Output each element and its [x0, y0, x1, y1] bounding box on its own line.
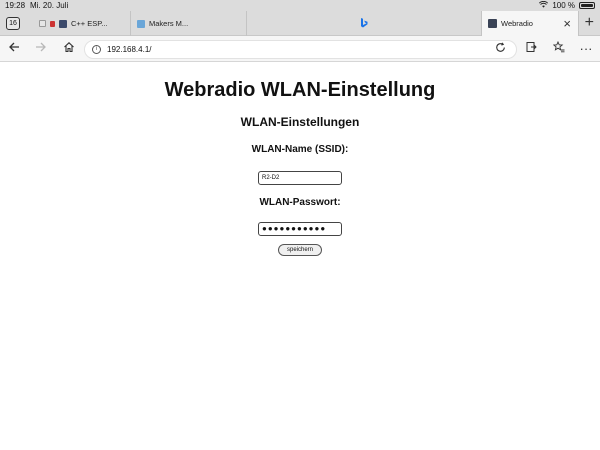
- close-tab-icon[interactable]: ×: [563, 17, 571, 30]
- page-title: Webradio WLAN-Einstellung: [164, 79, 436, 101]
- ssid-label: WLAN-Name (SSID):: [251, 144, 349, 155]
- tab-label: Makers M...: [149, 19, 189, 28]
- tab-bing[interactable]: [247, 11, 482, 36]
- tab-webradio[interactable]: Webradio ×: [482, 11, 579, 36]
- battery-percent: 100 %: [552, 1, 575, 10]
- wifi-icon: [539, 0, 549, 11]
- home-icon[interactable]: [61, 41, 77, 57]
- password-input[interactable]: ●●●●●●●●●●●: [258, 222, 342, 236]
- status-right: 100 %: [539, 0, 595, 11]
- section-heading: WLAN-Einstellungen: [240, 115, 360, 129]
- page-content: Webradio WLAN-Einstellung WLAN-Einstellu…: [0, 63, 600, 256]
- media-favicon-icon: [50, 20, 55, 27]
- status-date: Mi. 20. Juli: [30, 1, 69, 10]
- forward-icon[interactable]: [33, 41, 49, 57]
- status-time: 19:28: [5, 1, 26, 10]
- bing-icon: [360, 17, 368, 30]
- password-label: WLAN-Passwort:: [259, 197, 341, 208]
- site-info-icon[interactable]: i: [92, 45, 101, 54]
- address-bar[interactable]: i 192.168.4.1/: [84, 40, 517, 59]
- tab-strip: 16 C++ ESP... Makers M... Webradio × +: [0, 11, 600, 36]
- favorites-icon[interactable]: [551, 40, 567, 57]
- makers-favicon-icon: [137, 19, 145, 28]
- back-icon[interactable]: [6, 41, 22, 57]
- tab-label: C++ ESP...: [71, 19, 108, 28]
- page-favicon-icon: [39, 20, 46, 27]
- tab-cpp-esp[interactable]: C++ ESP...: [33, 11, 131, 36]
- tab-count-button[interactable]: 16: [6, 17, 20, 30]
- toolbar: i 192.168.4.1/ ···: [0, 36, 600, 62]
- save-button[interactable]: speichern: [278, 244, 322, 256]
- url-text: 192.168.4.1/: [107, 45, 152, 54]
- ssid-input[interactable]: R2-D2: [258, 171, 342, 185]
- site-favicon-icon: [59, 19, 67, 28]
- battery-icon: [579, 2, 595, 9]
- more-menu-icon[interactable]: ···: [578, 41, 594, 57]
- status-bar: 19:28 Mi. 20. Juli 100 %: [0, 0, 600, 11]
- tab-label: Webradio: [501, 19, 533, 28]
- reload-icon[interactable]: [495, 42, 506, 59]
- new-tab-icon[interactable]: +: [585, 15, 594, 31]
- webradio-favicon-icon: [488, 19, 497, 28]
- tab-makers[interactable]: Makers M...: [131, 11, 247, 36]
- share-icon[interactable]: [523, 41, 539, 57]
